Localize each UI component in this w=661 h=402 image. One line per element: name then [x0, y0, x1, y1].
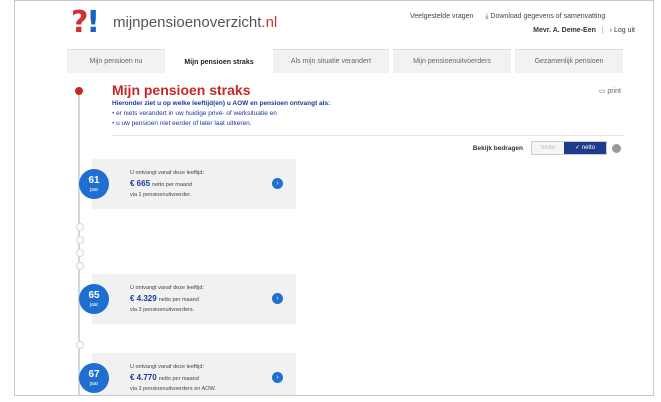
- toggle-label: Bekijk bedragen: [472, 144, 523, 152]
- pension-card: 65 jaar U ontvangt vanaf deze leeftijd: …: [79, 274, 296, 324]
- intro-item: er niets verandert in uw huidige privé- …: [116, 110, 277, 117]
- pension-card: 61 jaar U ontvangt vanaf deze leeftijd: …: [79, 159, 296, 209]
- top-links: Veelgestelde vragen ⤓ Download gegevens …: [410, 13, 615, 21]
- amount: € 4.770 netto per maand: [130, 373, 199, 382]
- toggle-bruto[interactable]: bruto: [532, 142, 564, 154]
- tab-als-mijn-situatie-verandert[interactable]: Als mijn situatie verandert: [273, 49, 389, 74]
- chevron-right-icon[interactable]: ›: [272, 293, 283, 304]
- timeline-marker: [76, 223, 84, 231]
- main-content: Mijn pensioen straks ▭ print Hieronder z…: [67, 73, 627, 395]
- logo-text[interactable]: mijnpensioenoverzicht.nl: [113, 14, 277, 31]
- browser-frame: ?! mijnpensioenoverzicht.nl Veelgestelde…: [14, 0, 654, 396]
- amount: € 4.329 netto per maand: [130, 294, 199, 303]
- divider: [112, 135, 624, 136]
- tab-mijn-pensioen-straks[interactable]: Mijn pensioen straks: [169, 49, 269, 75]
- timeline-start-dot: [75, 87, 83, 95]
- user-name: Mevr. A. Deme-Een: [533, 27, 596, 34]
- logo-mark[interactable]: ?!: [71, 7, 100, 38]
- bruto-netto-toggle[interactable]: bruto ✓ netto: [531, 141, 607, 155]
- download-link[interactable]: ⤓ Download gegevens of samenvatting: [485, 13, 605, 20]
- help-icon[interactable]: [612, 143, 621, 153]
- page-title: Mijn pensioen straks: [112, 82, 251, 98]
- toggle-netto[interactable]: ✓ netto: [564, 142, 606, 154]
- age-badge: 65 jaar: [79, 284, 109, 314]
- site-header: ?! mijnpensioenoverzicht.nl Veelgestelde…: [15, 1, 653, 47]
- intro-text: Hieronder ziet u op welke leeftijd(en) u…: [112, 100, 331, 127]
- tab-gezamenlijk-pensioen[interactable]: Gezamenlijk pensioen: [515, 49, 623, 74]
- print-button[interactable]: ▭ print: [599, 87, 621, 95]
- tab-mijn-pensioenuitvoerders[interactable]: Mijn pensioenuitvoerders: [393, 49, 511, 74]
- faq-link[interactable]: Veelgestelde vragen: [410, 13, 473, 20]
- logout-link[interactable]: › Log uit: [610, 27, 635, 34]
- timeline-marker: [76, 249, 84, 257]
- timeline-marker: [76, 341, 84, 349]
- intro-heading: Hieronder ziet u op welke leeftijd(en) u…: [112, 100, 331, 107]
- intro-item: u uw pensioen niet eerder of later laat …: [116, 120, 252, 127]
- amount: € 665 netto per maand: [130, 179, 193, 188]
- chevron-right-icon[interactable]: ›: [272, 372, 283, 383]
- tab-mijn-pensioen-nu[interactable]: Mijn pensioen nu: [67, 49, 165, 74]
- timeline-marker: [76, 236, 84, 244]
- timeline-marker: [76, 262, 84, 270]
- amount-toggle-row: Bekijk bedragen bruto ✓ netto: [473, 141, 621, 155]
- pension-card: 67 jaar U ontvangt vanaf deze leeftijd: …: [79, 353, 296, 395]
- chevron-right-icon[interactable]: ›: [272, 178, 283, 189]
- age-badge: 67 jaar: [79, 363, 109, 393]
- age-badge: 61 jaar: [79, 169, 109, 199]
- user-row: Mevr. A. Deme-Een | › Log uit: [533, 27, 635, 34]
- main-tabs: Mijn pensioen nu Mijn pensioen straks Al…: [67, 49, 627, 75]
